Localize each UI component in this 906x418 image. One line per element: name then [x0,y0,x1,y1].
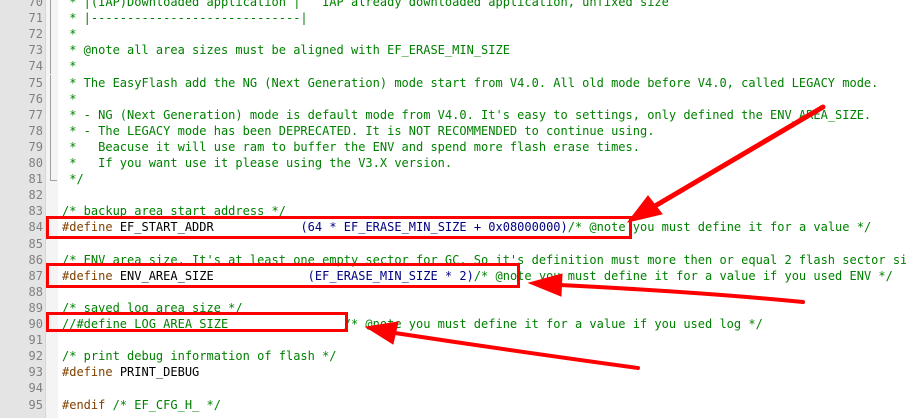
comment-text: * [62,27,77,42]
line-number: 91 [28,333,43,348]
line-number: 88 [28,284,43,299]
line-number: 94 [28,381,43,396]
comment-text: * - The LEGACY mode has been DEPRECATED.… [62,123,655,138]
line-number: 86 [28,252,43,267]
fold-guide [50,171,57,182]
line-number: 76 [28,91,43,106]
line-number: 75 [28,75,43,90]
line-number: 87 [28,268,43,283]
comment-text: * [62,59,77,74]
endif-directive: #endif /* EF_CFG_H_ */ [62,397,221,413]
line-number: 92 [28,349,43,364]
highlight-box-ef-start-addr [46,216,632,239]
fold-guide [50,74,51,91]
line-number: 79 [28,139,43,154]
line-number: 80 [28,156,43,170]
highlight-box-log-area-size [46,312,348,332]
line-number: 82 [28,188,43,203]
line-number: 93 [28,365,43,380]
line-number: 81 [28,172,43,187]
code-line[interactable]: 81 */ [0,171,906,187]
code-line[interactable]: 80 * If you want use it please using the… [0,155,906,171]
fold-guide [50,0,51,10]
preprocessor-keyword: #endif [62,397,106,412]
define-directive: #define PRINT_DEBUG [62,364,199,380]
code-line[interactable]: 78 * - The LEGACY mode has been DEPRECAT… [0,122,906,139]
comment-text: * - NG (Next Generation) mode is default… [62,107,872,122]
code-line[interactable]: 79 * Beacuse it will use ram to buffer t… [0,138,906,155]
code-line[interactable]: 74 * [0,58,906,75]
line-number: 72 [28,27,43,42]
code-line[interactable]: 77 * - NG (Next Generation) mode is defa… [0,106,906,123]
fold-guide [50,106,51,123]
code-line[interactable]: 93 #define PRINT_DEBUG [0,364,906,380]
code-line[interactable]: 92 /* print debug information of flash */ [0,348,906,364]
comment-text: * Beacuse it will use ram to buffer the … [62,139,640,154]
line-number: 73 [28,43,43,58]
macro-name: PRINT_DEBUG [119,365,200,380]
line-number: 70 [28,0,43,9]
code-line[interactable]: 91 [0,332,906,348]
comment-text: * |-----------------------------| [62,11,308,26]
line-number: 85 [28,236,43,251]
line-number: 78 [28,123,43,138]
comment-text: * If you want use it please using the V3… [62,156,453,170]
code-line[interactable]: 71 * |-----------------------------| [0,10,906,27]
comment-text: /* print debug information of flash */ [62,349,337,364]
code-line[interactable]: 95 #endif /* EF_CFG_H_ */ [0,397,906,413]
fold-guide [50,122,51,139]
comment-text: * |(IAP)Downloaded application | IAP alr… [62,0,669,9]
line-number: 74 [28,59,43,74]
line-number: 83 [28,204,43,219]
code-line[interactable]: 72 * [0,26,906,43]
comment-text: * The EasyFlash add the NG (Next Generat… [62,75,879,90]
highlight-box-env-area-size [46,263,520,288]
line-number: 95 [28,397,43,412]
code-editor[interactable]: 70 * |(IAP)Downloaded application | IAP … [0,0,906,418]
line-number: 90 [28,317,43,331]
fold-guide [50,10,51,27]
line-number: 84 [28,220,43,235]
comment-text: * [62,91,77,106]
code-line[interactable]: 76 * [0,90,906,107]
code-line[interactable]: 82 [0,187,906,203]
fold-guide [50,42,51,59]
inline-comment: /* EF_CFG_H_ */ [105,397,221,412]
line-number: 89 [28,300,43,315]
code-area[interactable]: 70 * |(IAP)Downloaded application | IAP … [0,0,906,418]
comment-text: */ [62,172,84,187]
comment-text: * @note all area sizes must be aligned w… [62,43,510,58]
line-number: 71 [28,11,43,26]
code-line[interactable]: 75 * The EasyFlash add the NG (Next Gene… [0,74,906,91]
fold-guide [50,58,51,75]
fold-guide [50,138,51,155]
line-number: 77 [28,107,43,122]
preprocessor-keyword: #define [62,365,113,380]
fold-guide [50,90,51,107]
code-line[interactable]: 73 * @note all area sizes must be aligne… [0,42,906,59]
inline-comment: /* @note you must define it for a value … [473,268,893,283]
code-line[interactable]: 94 [0,380,906,396]
fold-guide [50,155,51,171]
fold-guide [50,26,51,43]
code-line[interactable]: 70 * |(IAP)Downloaded application | IAP … [0,0,906,10]
